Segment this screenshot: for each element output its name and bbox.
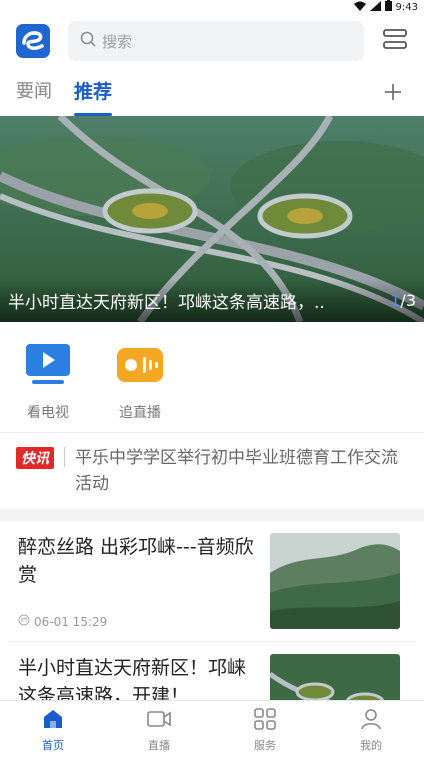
tv-icon (24, 342, 72, 390)
tab-tuijian[interactable]: 推荐 (74, 77, 113, 116)
menu-icon (383, 27, 407, 55)
quick-live[interactable]: 追直播 (114, 342, 166, 432)
search-placeholder: 搜索 (102, 32, 133, 51)
quick-live-label: 追直播 (119, 405, 161, 421)
grid-icon (253, 707, 277, 734)
banner-title: 半小时直达天府新区！邛崃这条高速路，.. (8, 292, 325, 313)
banner-caption: 半小时直达天府新区！邛崃这条高速路，.. 1/3 (0, 278, 424, 322)
flash-badge: 快讯 (16, 447, 54, 469)
news-text: 醉恋丝路 出彩邛崃---音频欣赏 06-01 15:29 (18, 533, 258, 629)
nav-live[interactable]: 直播 (106, 701, 212, 758)
banner-pager: 1/3 (390, 290, 416, 310)
news-title: 醉恋丝路 出彩邛崃---音频欣赏 (18, 536, 254, 586)
news-thumbnail (270, 533, 400, 629)
section-divider (0, 509, 424, 521)
nav-mine-label: 我的 (360, 738, 382, 752)
app-logo[interactable] (16, 24, 50, 58)
top-bar: 搜索 (0, 14, 424, 68)
quick-entries: 看电视 追直播 (0, 322, 424, 432)
wifi-icon (353, 1, 366, 14)
status-bar: 9:43 (0, 0, 424, 14)
banner-carousel[interactable]: 半小时直达天府新区！邛崃这条高速路，.. 1/3 (0, 116, 424, 322)
flash-news[interactable]: 快讯 平乐中学学区举行初中毕业班德育工作交流活动 (0, 432, 424, 509)
quick-tv-label: 看电视 (27, 405, 69, 421)
news-meta: 06-01 15:29 (18, 614, 258, 629)
channel-tabs: 要闻 推荐 (0, 68, 424, 116)
audio-icon (18, 614, 30, 629)
nav-services-label: 服务 (254, 738, 276, 752)
live-radio-icon (115, 342, 165, 390)
bottom-nav: 首页 直播 服务 我的 (0, 700, 424, 758)
menu-button[interactable] (382, 28, 408, 54)
nav-services[interactable]: 服务 (212, 701, 318, 758)
clock: 9:43 (395, 1, 418, 13)
user-icon (359, 707, 383, 734)
nav-home-label: 首页 (42, 738, 64, 752)
search-input[interactable]: 搜索 (68, 21, 364, 61)
quick-tv[interactable]: 看电视 (22, 342, 74, 432)
tab-yaowen[interactable]: 要闻 (16, 77, 52, 107)
video-camera-icon (146, 707, 172, 734)
nav-mine[interactable]: 我的 (318, 701, 424, 758)
flash-text: 平乐中学学区举行初中毕业班德育工作交流活动 (75, 448, 398, 494)
signal-icon (369, 0, 381, 14)
search-icon (80, 31, 96, 51)
battery-icon (384, 0, 392, 14)
home-icon (41, 707, 65, 734)
news-item[interactable]: 醉恋丝路 出彩邛崃---音频欣赏 06-01 15:29 (8, 521, 416, 642)
divider (64, 447, 65, 467)
nav-live-label: 直播 (148, 738, 170, 752)
nav-home[interactable]: 首页 (0, 701, 106, 758)
news-time: 06-01 15:29 (34, 614, 108, 629)
add-channel-icon[interactable] (384, 78, 402, 108)
